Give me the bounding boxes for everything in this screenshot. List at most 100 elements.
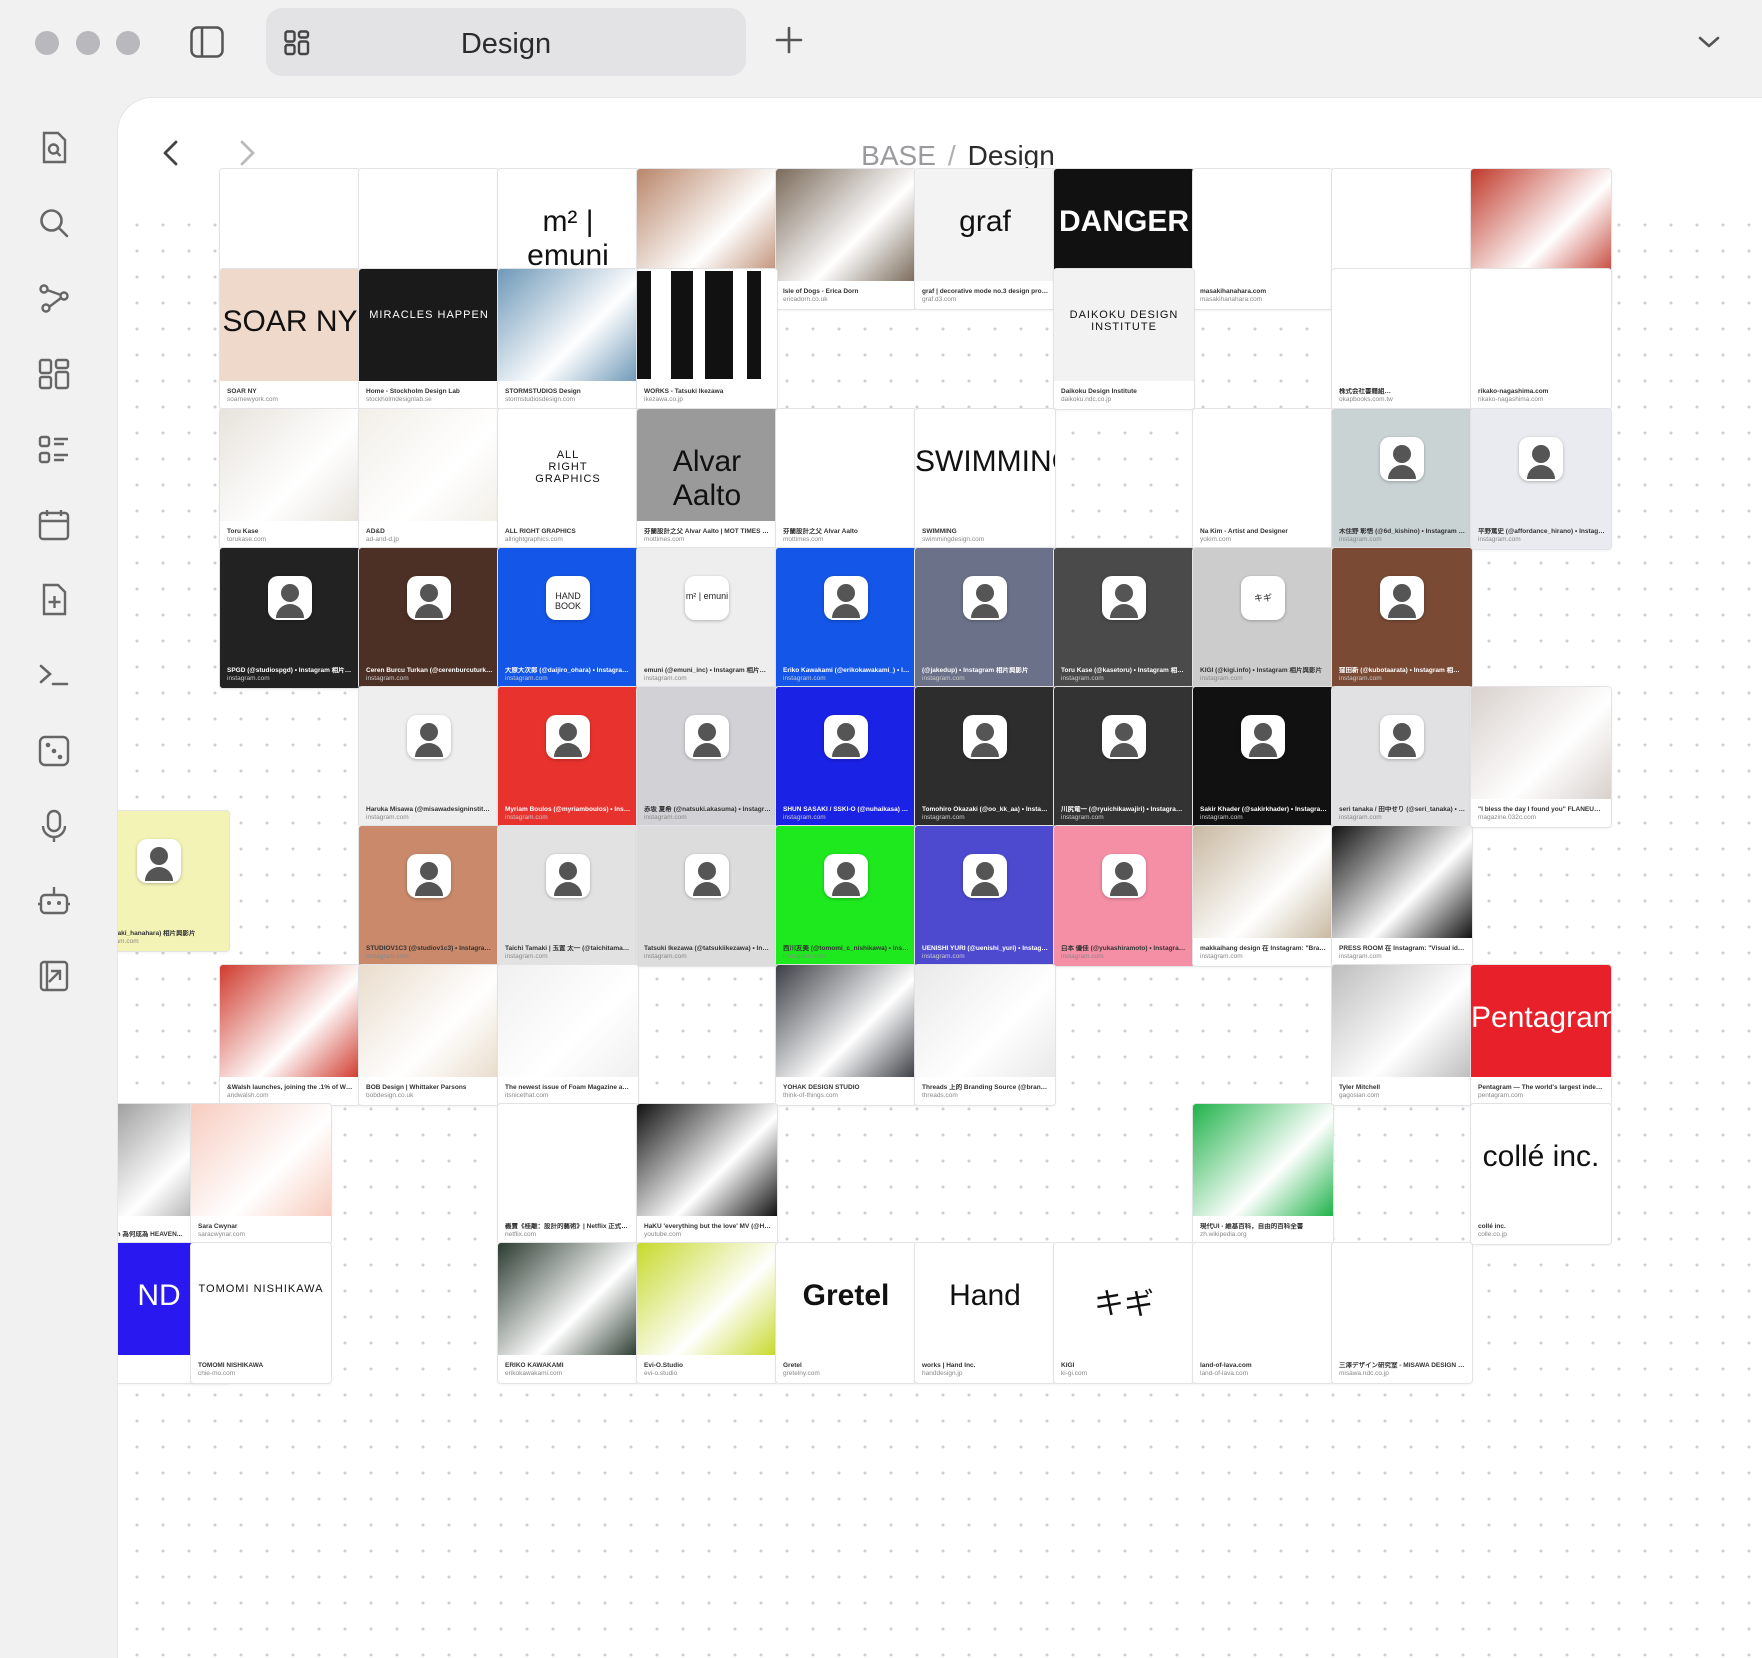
bookmark-card[interactable]: rikako-nagashima.com rikako-nagashima.com <box>1470 268 1612 410</box>
bookmark-card[interactable]: TOMOMI NISHIKAWA TOMOMI NISHIKAWA chie-mo.… <box>190 1242 332 1384</box>
dice-icon[interactable] <box>36 733 72 769</box>
card-info: 平野篤史 (@affordance_hirano) • Instagram 相片… <box>1478 528 1605 544</box>
bookmark-card[interactable]: HAND BOOK 大原大次郎 (@daijiro_ohara) • Instag… <box>497 547 639 689</box>
bookmark-card[interactable]: Alvar Aalto 芬蘭設計之父 Alvar Aalto | MOT TIME… <box>636 408 778 550</box>
bookmark-card[interactable]: Sakir Khader (@sakirkhader) • Instagram … <box>1192 686 1334 828</box>
bookmark-card[interactable]: makkaihang design 在 Instagram: "Brand id… <box>1192 825 1334 967</box>
bookmark-card[interactable]: 窪田新 (@kubotaarata) • Instagram 相片與影片 inst… <box>1331 547 1473 689</box>
bookmark-card[interactable]: STUDIOV1C3 (@studiov1c3) • Instagram 相片與… <box>358 825 500 967</box>
bookmark-card[interactable]: ERIKO KAWAKAMI erikokawakami.com <box>497 1242 639 1384</box>
bookmark-card[interactable]: キギ KIGI ki-gi.com <box>1053 1242 1195 1384</box>
bookmark-card[interactable]: 芬蘭設計之父 Alvar Aalto mottimes.com <box>775 408 917 550</box>
bookmark-card[interactable]: Pentagram Pentagram — The world's largest… <box>1470 964 1612 1106</box>
bookmark-card[interactable]: HaKU 'everything but the love' MV (@HaKU… <box>636 1103 778 1245</box>
card-thumbnail <box>1193 169 1333 281</box>
canvas[interactable]: DIRECTION & GRAPHIC DESIGNarakakubota.ne… <box>118 168 1762 1658</box>
list-icon[interactable] <box>36 432 72 468</box>
bookmark-card[interactable]: STORMSTUDIOS Design stormstudiosdesign.co… <box>497 268 639 410</box>
bookmark-card[interactable]: Toru Kase torukase.com <box>219 408 361 550</box>
bookmark-card[interactable]: Eriko Kawakami (@erikokawakami_) • Insta… <box>775 547 917 689</box>
thumbnail-label: Hand <box>949 1279 1021 1312</box>
new-tab-plus-icon[interactable] <box>774 25 804 55</box>
bookmark-card[interactable]: 現代UI - 維基百科，自由的百科全書 zh.wikipedia.org <box>1192 1103 1334 1245</box>
bookmark-card[interactable]: Tyler Mitchell gagosian.com <box>1331 964 1473 1106</box>
bookmark-card[interactable]: MIRACLES HAPPEN Home - Stockholm Design L… <box>358 268 500 410</box>
bookmark-card[interactable]: graf graf | decorative mode no.3 design p… <box>914 168 1056 310</box>
bookmark-card[interactable]: WORKS - Tatsuki Ikezawa ikezawa.co.jp <box>636 268 778 410</box>
bookmark-card[interactable]: masakihanahara.com masakihanahara.com <box>1192 168 1334 310</box>
bookmark-card[interactable]: &Walsh launches, joining the .1% of Wome… <box>219 964 361 1106</box>
bookmark-card[interactable]: Evi-O.Studio evi-o.studio <box>636 1242 778 1384</box>
bookmark-card[interactable]: Taichi Tamaki | 玉置 太一 (@taichitamaki) • … <box>497 825 639 967</box>
card-info: PRESS ROOM 在 Instagram: "Visual identity… <box>1339 945 1466 961</box>
bookmark-card[interactable]: DAIKOKU DESIGN INSTITUTE Daikoku Design I… <box>1053 268 1195 410</box>
bookmark-card[interactable]: SWIMMINGSWIMMINGswimmingdesign.com <box>914 408 1056 550</box>
breadcrumb-separator: / <box>947 140 956 171</box>
microphone-icon[interactable] <box>36 808 72 844</box>
bookmark-card[interactable]: SHUN SASAKI / SSKI-O (@nuhaikasa) • Inst… <box>775 686 917 828</box>
chevron-down-icon[interactable] <box>1697 32 1721 52</box>
graph-icon[interactable] <box>36 280 72 316</box>
bookmark-card[interactable]: Threads 上的 Branding Source (@branding.so… <box>914 964 1056 1106</box>
bookmark-card[interactable]: AD&D ad-and-d.jp <box>358 408 500 550</box>
bookmark-card[interactable]: YOHAK DESIGN STUDIO think-of-things.com <box>775 964 917 1106</box>
bookmark-card[interactable]: 白本 優佳 (@yukashiramoto) • Instagram 相片與影片… <box>1053 825 1195 967</box>
bookmark-card[interactable]: BOB Design | Whittaker Parsons bobdesign.… <box>358 964 500 1106</box>
bookmark-card[interactable]: seri tanaka / 田中せり (@seri_tanaka) • Inst… <box>1331 686 1473 828</box>
bookmark-card[interactable]: PRESS ROOM 在 Instagram: "Visual identity… <box>1331 825 1473 967</box>
card-info: 川尻竜一 (@ryuichikawajiri) • Instagram 相片與影… <box>1061 806 1188 822</box>
bookmark-card[interactable]: Toru Kase (@kasetoru) • Instagram 相片與影片i… <box>1053 547 1195 689</box>
sidebar-toggle-icon[interactable] <box>190 26 224 58</box>
bookmark-card[interactable]: m² | emuni emuni (@emuni_inc) • Instagram… <box>636 547 778 689</box>
bookmark-card[interactable]: 義賣《桂離：設計的藝術》| Netflix 正式網頁 netflix.com <box>497 1103 639 1245</box>
bookmark-card[interactable]: Haruka Misawa (@misawadesigninstitute) •… <box>358 686 500 828</box>
zoom-window-button[interactable] <box>116 31 140 55</box>
bookmark-card[interactable]: (@masaki_hanahara) 相片與影片instagram.com <box>118 810 230 952</box>
bookmark-card[interactable]: SPGD (@studiospgd) • Instagram 相片與影片 inst… <box>219 547 361 689</box>
avatar <box>685 854 729 899</box>
bookmark-card[interactable]: Myriam Boulos (@myriamboulos) • Instagra… <box>497 686 639 828</box>
bookmark-card[interactable]: "I bless the day I found you" FLANEUR WA… <box>1470 686 1612 828</box>
bookmark-card[interactable]: Ceren Burcu Turkan (@cerenburcuturkan) •… <box>358 547 500 689</box>
new-document-icon[interactable] <box>36 582 72 618</box>
bookmark-card[interactable]: Gretel Gretel gretelny.com <box>775 1242 917 1384</box>
card-thumbnail <box>1332 269 1472 381</box>
bookmark-card[interactable]: Na Kim - Artist and Designer yokim.com <box>1192 408 1334 550</box>
grid-icon[interactable] <box>36 356 72 392</box>
bookmark-card[interactable]: UENISHI YURI (@uenishi_yuri) • Instagram… <box>914 825 1056 967</box>
bookmark-card[interactable]: 西川友美 (@tomomi_c_nishikawa) • Instagram..… <box>775 825 917 967</box>
bookmark-card[interactable]: (@jakedup) • Instagram 相片與影片 instagram.co… <box>914 547 1056 689</box>
terminal-icon[interactable] <box>36 657 72 693</box>
bookmark-card[interactable]: 木住野 彰悟 (@6d_kishino) • Instagram 相片與影片in… <box>1331 408 1473 550</box>
card-domain: instagram.com <box>922 953 965 960</box>
bookmark-card[interactable]: The newest issue of Foam Magazine asks "… <box>497 964 639 1106</box>
search-icon[interactable] <box>36 205 72 241</box>
bookmark-card[interactable]: collé inc. collé inc. colle.co.jp <box>1470 1103 1612 1245</box>
bookmark-card[interactable]: Isle of Dogs - Erica Dorn ericadorn.co.uk <box>775 168 917 310</box>
bookmark-card[interactable]: Tomohiro Okazaki (@oo_kk_aa) • Instagram… <box>914 686 1056 828</box>
calendar-icon[interactable] <box>36 507 72 543</box>
card-thumbnail: m² | emuni <box>498 169 638 281</box>
close-window-button[interactable] <box>35 31 59 55</box>
bookmark-card[interactable]: Tatsuki Ikezawa (@tatsukiikezawa) • Inst… <box>636 825 778 967</box>
bookmark-card[interactable]: Sara Cwynar saracwynar.com <box>190 1103 332 1245</box>
bookmark-card[interactable]: キギ KIGI (@kigi.info) • Instagram 相片與影片 ins… <box>1192 547 1334 689</box>
bookmark-card[interactable]: ALL RIGHT GRAPHICS ALL RIGHT GRAPHICS allr… <box>497 408 639 550</box>
minimize-window-button[interactable] <box>76 31 100 55</box>
bookmark-card[interactable]: 川尻竜一 (@ryuichikawajiri) • Instagram 相片與影… <box>1053 686 1195 828</box>
bookmark-card[interactable]: land-of-lava.com land-of-lava.com <box>1192 1242 1334 1384</box>
card-domain: instagram.com <box>118 938 139 945</box>
bookmark-card[interactable]: 株式会社書籍組… okapbooks.com.tw <box>1331 268 1473 410</box>
bookmark-card[interactable]: 赤坂 夏希 (@natsuki.akasuma) • Instagram 相片與… <box>636 686 778 828</box>
bookmark-card[interactable]: SOAR NY SOAR NY soarnewyork.com <box>219 268 361 410</box>
document-search-icon[interactable] <box>36 130 72 166</box>
bookmark-card[interactable]: 三澤デザイン研究室 - MISAWA DESIGN INSTITUTEmisaw… <box>1331 1242 1473 1384</box>
bookmark-card[interactable]: Hand works | Hand Inc. handdesign.jp <box>914 1242 1056 1384</box>
robot-icon[interactable] <box>36 883 72 919</box>
tab-design[interactable]: Design <box>266 8 746 76</box>
bookmark-card[interactable]: 平野篤史 (@affordance_hirano) • Instagram 相片… <box>1470 408 1612 550</box>
breadcrumb-base[interactable]: BASE <box>861 140 936 171</box>
export-icon[interactable] <box>36 958 72 994</box>
card-thumbnail <box>220 409 360 521</box>
card-domain: mottimes.com <box>644 536 685 543</box>
